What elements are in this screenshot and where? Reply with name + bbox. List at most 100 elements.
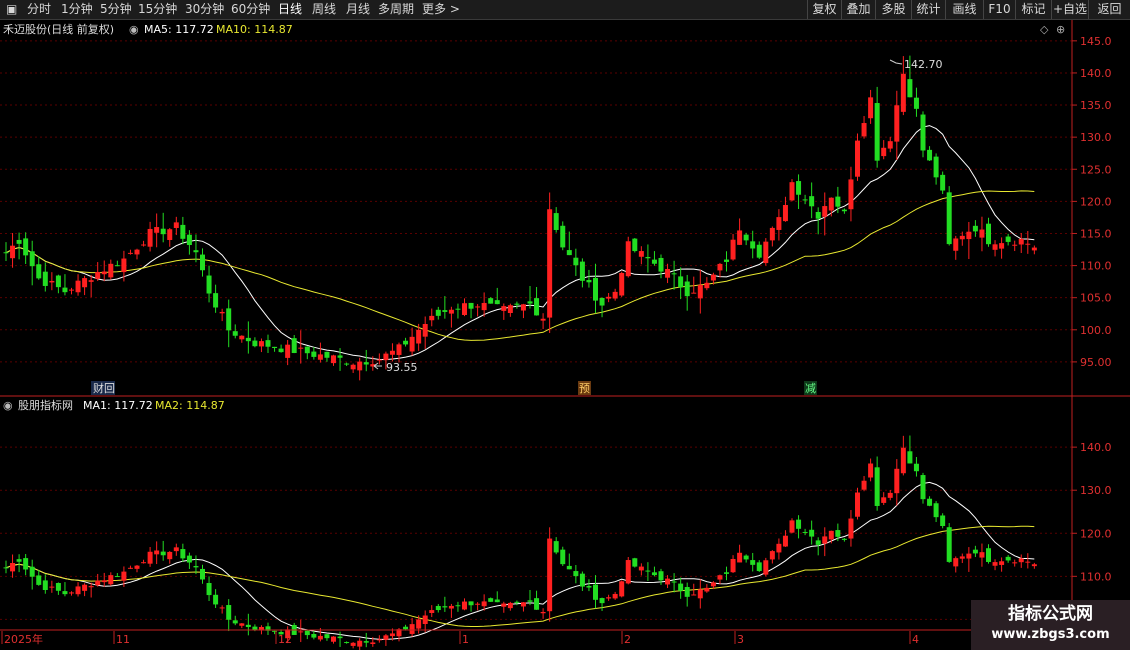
candle-body bbox=[717, 263, 723, 271]
candle-body bbox=[593, 277, 598, 301]
toolbar-button-8[interactable]: 返回 bbox=[1088, 0, 1130, 19]
candle-body bbox=[311, 351, 317, 357]
toolbar-button-0[interactable]: 复权 bbox=[807, 0, 841, 19]
candle-body bbox=[1018, 238, 1024, 245]
period-tab-9[interactable]: 多周期 bbox=[378, 0, 414, 19]
candle-body bbox=[173, 547, 179, 552]
toolbar-button-4[interactable]: 画线 bbox=[945, 0, 983, 19]
window-menu-icon[interactable]: ▣ bbox=[6, 0, 17, 19]
candle-body bbox=[88, 586, 94, 588]
date-label: 11 bbox=[116, 633, 130, 646]
candle-body bbox=[651, 259, 657, 264]
candle-body bbox=[665, 268, 671, 278]
period-tab-2[interactable]: 5分钟 bbox=[100, 0, 132, 19]
date-label: 3 bbox=[737, 633, 744, 646]
candle-body bbox=[1018, 558, 1024, 563]
ma1-label: MA1: 117.72 bbox=[83, 399, 153, 412]
candle-body bbox=[986, 548, 991, 562]
date-label: 2025年 bbox=[4, 632, 43, 646]
candle-body bbox=[946, 192, 952, 245]
candle-body bbox=[200, 254, 205, 271]
period-tab-0[interactable]: 分时 bbox=[27, 0, 51, 19]
candle-body bbox=[258, 341, 264, 347]
kline-chart[interactable]: 95.00 100.0 105.0 110.0 115.0 120.0 125.0 130.0… bbox=[0, 20, 1130, 650]
candle-body bbox=[186, 555, 192, 563]
price-tick-label: 110.0 bbox=[1080, 260, 1112, 273]
sub-candles bbox=[3, 435, 1037, 650]
candle-body bbox=[455, 605, 461, 607]
candle-body bbox=[992, 562, 998, 566]
candle-body bbox=[108, 263, 114, 278]
candle-body bbox=[232, 331, 238, 336]
event-marker-jian[interactable]: 减 bbox=[805, 382, 816, 395]
candle-body bbox=[678, 583, 684, 591]
settings-icon[interactable]: ⊕ bbox=[1056, 23, 1065, 36]
candle-body bbox=[298, 347, 304, 349]
candle-body bbox=[383, 635, 389, 640]
candle-body bbox=[298, 631, 304, 633]
candle-body bbox=[435, 605, 441, 611]
candle-body bbox=[632, 558, 638, 567]
candle-body bbox=[245, 337, 251, 342]
event-marker-cai[interactable]: 财 bbox=[93, 381, 104, 395]
main-title: 禾迈股份(日线 前复权) bbox=[3, 22, 114, 36]
period-tab-6[interactable]: 日线 bbox=[278, 0, 302, 19]
candle-body bbox=[239, 623, 245, 626]
candle-body bbox=[134, 565, 140, 569]
candle-body bbox=[42, 580, 48, 590]
period-tab-7[interactable]: 周线 bbox=[312, 0, 336, 19]
candle-body bbox=[959, 556, 965, 559]
candle-body bbox=[809, 529, 815, 537]
event-marker-hui[interactable]: 回 bbox=[104, 382, 115, 395]
date-label: 2 bbox=[624, 633, 631, 646]
candle-body bbox=[409, 336, 415, 352]
collapse-icon[interactable]: ◉ bbox=[129, 23, 139, 36]
toolbar-button-2[interactable]: 多股 bbox=[875, 0, 911, 19]
candle-body bbox=[625, 241, 631, 277]
toolbar-button-1[interactable]: 叠加 bbox=[841, 0, 875, 19]
candle-body bbox=[802, 531, 808, 533]
candle-body bbox=[226, 605, 232, 620]
candle-body bbox=[933, 503, 939, 518]
period-tab-3[interactable]: 15分钟 bbox=[138, 0, 177, 19]
toolbar-button-7[interactable]: +自选 bbox=[1051, 0, 1088, 19]
period-toolbar: ▣ 分时 1分钟 5分钟 15分钟 30分钟 60分钟 日线 周线 月线 多周期 更多 > 复权 叠加 多股… bbox=[0, 0, 1130, 20]
candle-body bbox=[547, 209, 553, 318]
candle-body bbox=[835, 196, 841, 207]
event-marker-yu[interactable]: 预 bbox=[579, 382, 590, 395]
candle-body bbox=[448, 309, 454, 314]
period-tab-10[interactable]: 更多 > bbox=[422, 0, 460, 19]
candle-body bbox=[868, 463, 874, 478]
candle-body bbox=[579, 261, 585, 281]
price-tick-label: 95.00 bbox=[1080, 356, 1112, 369]
toolbar-button-5[interactable]: F10 bbox=[983, 0, 1015, 19]
candle-body bbox=[481, 302, 487, 311]
candle-body bbox=[114, 576, 120, 578]
candle-body bbox=[737, 230, 743, 245]
period-tab-8[interactable]: 月线 bbox=[346, 0, 370, 19]
diamond-icon[interactable]: ◇ bbox=[1040, 23, 1049, 36]
candle-body bbox=[252, 340, 258, 347]
candle-body bbox=[101, 271, 107, 275]
candle-body bbox=[835, 530, 841, 537]
candle-body bbox=[82, 584, 88, 591]
candle-body bbox=[389, 633, 395, 637]
period-tab-4[interactable]: 30分钟 bbox=[185, 0, 224, 19]
candle-body bbox=[520, 602, 526, 607]
candle-body bbox=[501, 603, 507, 607]
sub-collapse-icon[interactable]: ◉ bbox=[3, 399, 13, 412]
period-tab-1[interactable]: 1分钟 bbox=[61, 0, 93, 19]
toolbar-button-6[interactable]: 标记 bbox=[1015, 0, 1051, 19]
candle-body bbox=[1012, 244, 1018, 246]
toolbar-button-3[interactable]: 统计 bbox=[911, 0, 945, 19]
date-label: 4 bbox=[912, 633, 919, 646]
candle-body bbox=[796, 181, 802, 195]
candle-body bbox=[23, 238, 29, 256]
candle-body bbox=[855, 140, 860, 177]
candle-body bbox=[730, 239, 736, 260]
candle-body bbox=[95, 272, 101, 279]
period-tab-5[interactable]: 60分钟 bbox=[231, 0, 270, 19]
sub-ma-lines bbox=[5, 481, 1035, 640]
candle-body bbox=[933, 156, 939, 178]
candle-body bbox=[789, 182, 795, 201]
